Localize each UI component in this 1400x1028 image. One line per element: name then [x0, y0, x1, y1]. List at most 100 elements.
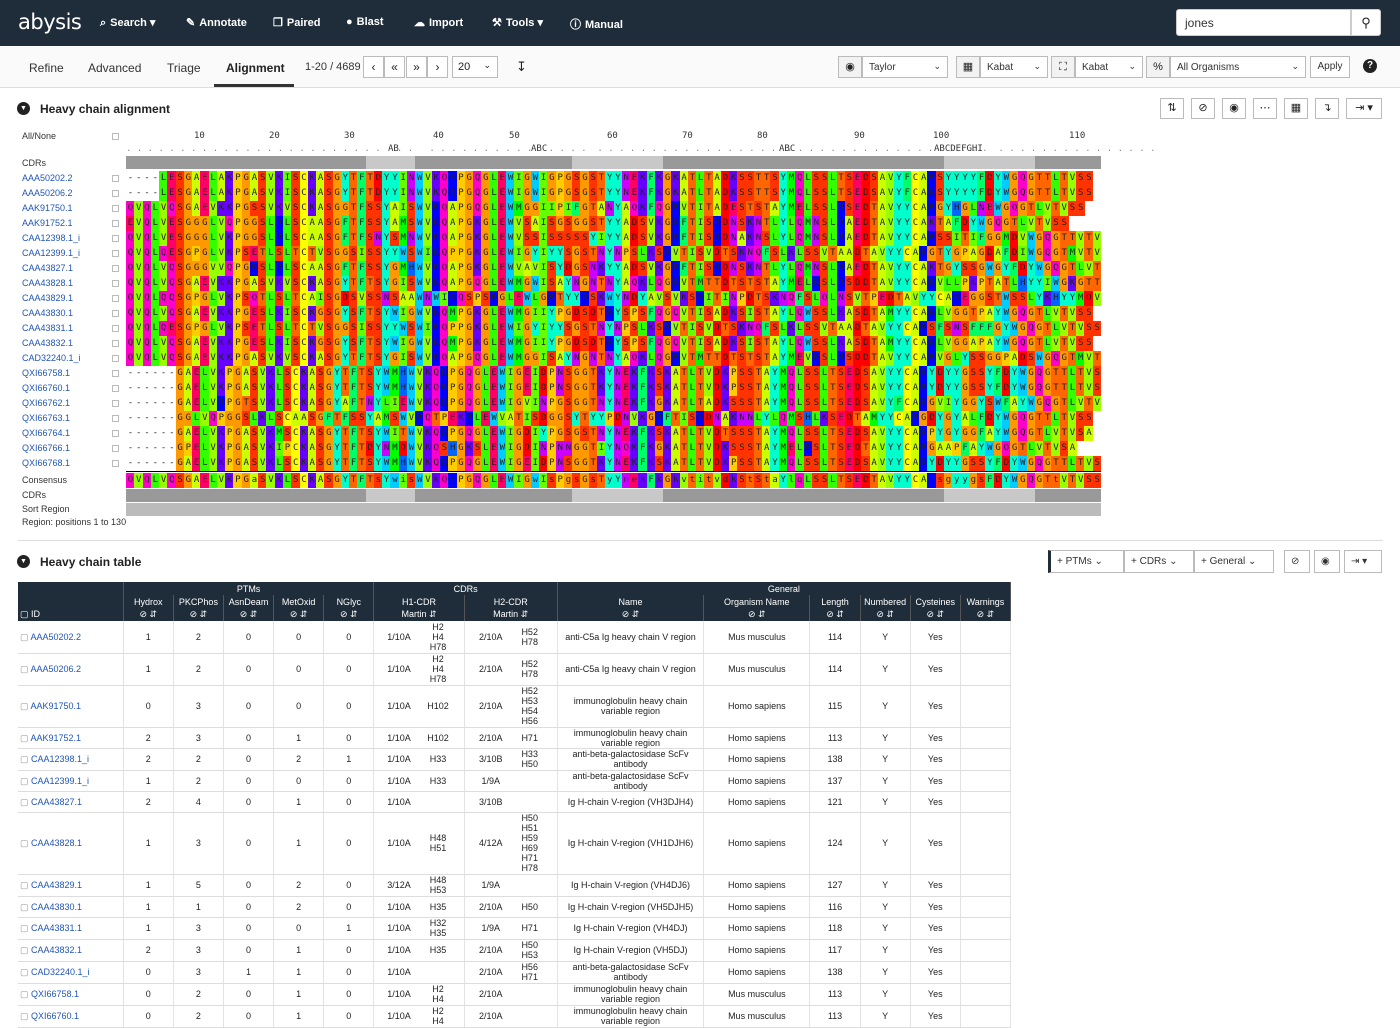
- row-checkbox[interactable]: ▢: [20, 1011, 31, 1021]
- collapse-icon[interactable]: ▼: [17, 555, 30, 568]
- last-page-button[interactable]: »: [406, 56, 427, 78]
- cdr-definition-select[interactable]: Kabat ⌄: [1075, 56, 1143, 78]
- cdrs-filter-button[interactable]: + CDRs ⌄: [1124, 550, 1194, 573]
- help-icon[interactable]: ?: [1363, 59, 1377, 73]
- sequence-id-link[interactable]: QXI66760.1: [22, 383, 70, 393]
- hide-col-icon[interactable]: ⊘ ⇵: [223, 608, 275, 621]
- id-link[interactable]: AAA50202.2: [31, 632, 82, 642]
- id-link[interactable]: CAA43830.1: [31, 902, 82, 912]
- download-icon[interactable]: ↧: [516, 59, 527, 75]
- id-link[interactable]: CAA43832.1: [31, 945, 82, 955]
- nav-paired[interactable]: ❐ Paired: [273, 16, 321, 29]
- sequence-id-link[interactable]: CAA43832.1: [22, 338, 73, 348]
- sequence-id-link[interactable]: AAA50202.2: [22, 173, 73, 183]
- col-cysteines[interactable]: Cysteines: [910, 595, 961, 608]
- sequence-id-link[interactable]: QXI66768.1: [22, 458, 70, 468]
- hide-col-icon[interactable]: ⊘ ⇵: [809, 608, 861, 621]
- row-checkbox[interactable]: ▢: [20, 923, 31, 933]
- sequence-id-link[interactable]: CAA12399.1_i: [22, 248, 80, 258]
- tab-alignment[interactable]: Alignment: [226, 61, 285, 75]
- sequence-id-link[interactable]: CAA12398.1_i: [22, 233, 80, 243]
- row-checkbox[interactable]: ▢: [20, 989, 31, 999]
- all-none-label[interactable]: All/None: [22, 131, 56, 141]
- row-checkbox[interactable]: [112, 370, 119, 377]
- row-checkbox[interactable]: [112, 250, 119, 257]
- export-menu-button[interactable]: ⇥ ▾: [1344, 550, 1382, 573]
- app-logo[interactable]: abysis: [18, 10, 82, 34]
- first-page-button[interactable]: «: [384, 56, 405, 78]
- id-subheader[interactable]: ▢ ID: [18, 608, 124, 621]
- row-checkbox[interactable]: [112, 400, 119, 407]
- row-checkbox[interactable]: ▢: [20, 733, 31, 743]
- nav-tools[interactable]: ⚒ Tools ▾: [492, 16, 543, 29]
- tab-triage[interactable]: Triage: [167, 61, 201, 75]
- row-checkbox[interactable]: ▢: [20, 754, 31, 764]
- general-filter-button[interactable]: + General ⌄: [1194, 550, 1274, 573]
- export-menu-button[interactable]: ⇥ ▾: [1346, 98, 1382, 119]
- row-checkbox[interactable]: ▢: [20, 902, 31, 912]
- more-icon[interactable]: ⋯: [1253, 98, 1277, 119]
- sort-region-track[interactable]: [126, 503, 1101, 516]
- row-checkbox[interactable]: ▢: [20, 664, 31, 674]
- row-checkbox[interactable]: ▢: [20, 797, 31, 807]
- col-h2-cdr[interactable]: H2-CDR: [464, 595, 558, 608]
- row-checkbox[interactable]: [112, 190, 119, 197]
- nav-blast[interactable]: ● Blast: [346, 16, 384, 28]
- row-checkbox[interactable]: [112, 265, 119, 272]
- nav-manual[interactable]: ⓘ Manual: [570, 16, 623, 32]
- sequence-id-link[interactable]: AAA50206.2: [22, 188, 73, 198]
- id-link[interactable]: CAA43829.1: [31, 880, 82, 890]
- sequence-id-link[interactable]: QXI66763.1: [22, 413, 70, 423]
- row-checkbox[interactable]: ▢: [20, 632, 31, 642]
- row-checkbox[interactable]: [112, 460, 119, 467]
- id-link[interactable]: CAA43827.1: [31, 797, 82, 807]
- sequence-id-link[interactable]: AAK91752.1: [22, 218, 73, 228]
- row-checkbox[interactable]: [112, 235, 119, 242]
- sequence-id-link[interactable]: CAD32240.1_i: [22, 353, 81, 363]
- tab-advanced[interactable]: Advanced: [88, 61, 141, 75]
- next-page-button[interactable]: ›: [427, 56, 448, 78]
- row-checkbox[interactable]: [112, 355, 119, 362]
- hide-col-icon[interactable]: ⊘ ⇵: [703, 608, 811, 621]
- jump-icon[interactable]: ↴: [1315, 98, 1339, 119]
- row-checkbox[interactable]: [112, 415, 119, 422]
- col-name[interactable]: Name: [557, 595, 705, 608]
- row-checkbox[interactable]: ▢: [20, 880, 31, 890]
- hide-col-icon[interactable]: ⊘ ⇵: [557, 608, 705, 621]
- page-size-select[interactable]: 20 ⌄: [452, 56, 498, 78]
- id-link[interactable]: AAK91752.1: [31, 733, 82, 743]
- hide-icon[interactable]: ⊘: [1191, 98, 1215, 119]
- tab-refine[interactable]: Refine: [29, 61, 64, 75]
- hide-col-icon[interactable]: ⊘ ⇵: [323, 608, 375, 621]
- sequence-id-link[interactable]: AAK91750.1: [22, 203, 73, 213]
- hide-col-icon[interactable]: ⊘ ⇵: [123, 608, 174, 621]
- select-all-checkbox[interactable]: [112, 133, 119, 140]
- nav-annotate[interactable]: ✎ Annotate: [186, 16, 247, 29]
- row-checkbox[interactable]: ▢: [20, 945, 31, 955]
- col-asndeam[interactable]: AsnDeam: [223, 595, 275, 608]
- row-checkbox[interactable]: [112, 280, 119, 287]
- row-checkbox[interactable]: [112, 325, 119, 332]
- hide-col-icon[interactable]: ⊘ ⇵: [960, 608, 1012, 621]
- numbering-select[interactable]: Kabat ⌄: [980, 56, 1048, 78]
- col-warnings[interactable]: Warnings: [960, 595, 1012, 608]
- sequence-id-link[interactable]: CAA43831.1: [22, 323, 73, 333]
- hide-columns-button[interactable]: ⊘: [1284, 550, 1310, 573]
- id-link[interactable]: CAA12399.1_i: [31, 776, 89, 786]
- organism-select[interactable]: All Organisms ⌄: [1170, 56, 1306, 78]
- sequence-id-link[interactable]: QXI66762.1: [22, 398, 70, 408]
- color-scheme-select[interactable]: Taylor ⌄: [862, 56, 948, 78]
- h2-scheme-subheader[interactable]: Martin ⇵: [464, 608, 558, 621]
- id-link[interactable]: AAA50206.2: [31, 664, 82, 674]
- hide-col-icon[interactable]: ⊘ ⇵: [860, 608, 911, 621]
- sequence-id-link[interactable]: QXI66766.1: [22, 443, 70, 453]
- row-checkbox[interactable]: [112, 445, 119, 452]
- id-link[interactable]: CAA12398.1_i: [31, 754, 89, 764]
- sequence-id-link[interactable]: CAA43827.1: [22, 263, 73, 273]
- id-link[interactable]: CAA43828.1: [31, 838, 82, 848]
- id-link[interactable]: QXI66760.1: [31, 1011, 79, 1021]
- col-organism[interactable]: Organism Name: [703, 595, 811, 608]
- collapse-icon[interactable]: ▼: [17, 102, 30, 115]
- col-id[interactable]: [18, 595, 124, 608]
- row-checkbox[interactable]: ▢: [20, 967, 31, 977]
